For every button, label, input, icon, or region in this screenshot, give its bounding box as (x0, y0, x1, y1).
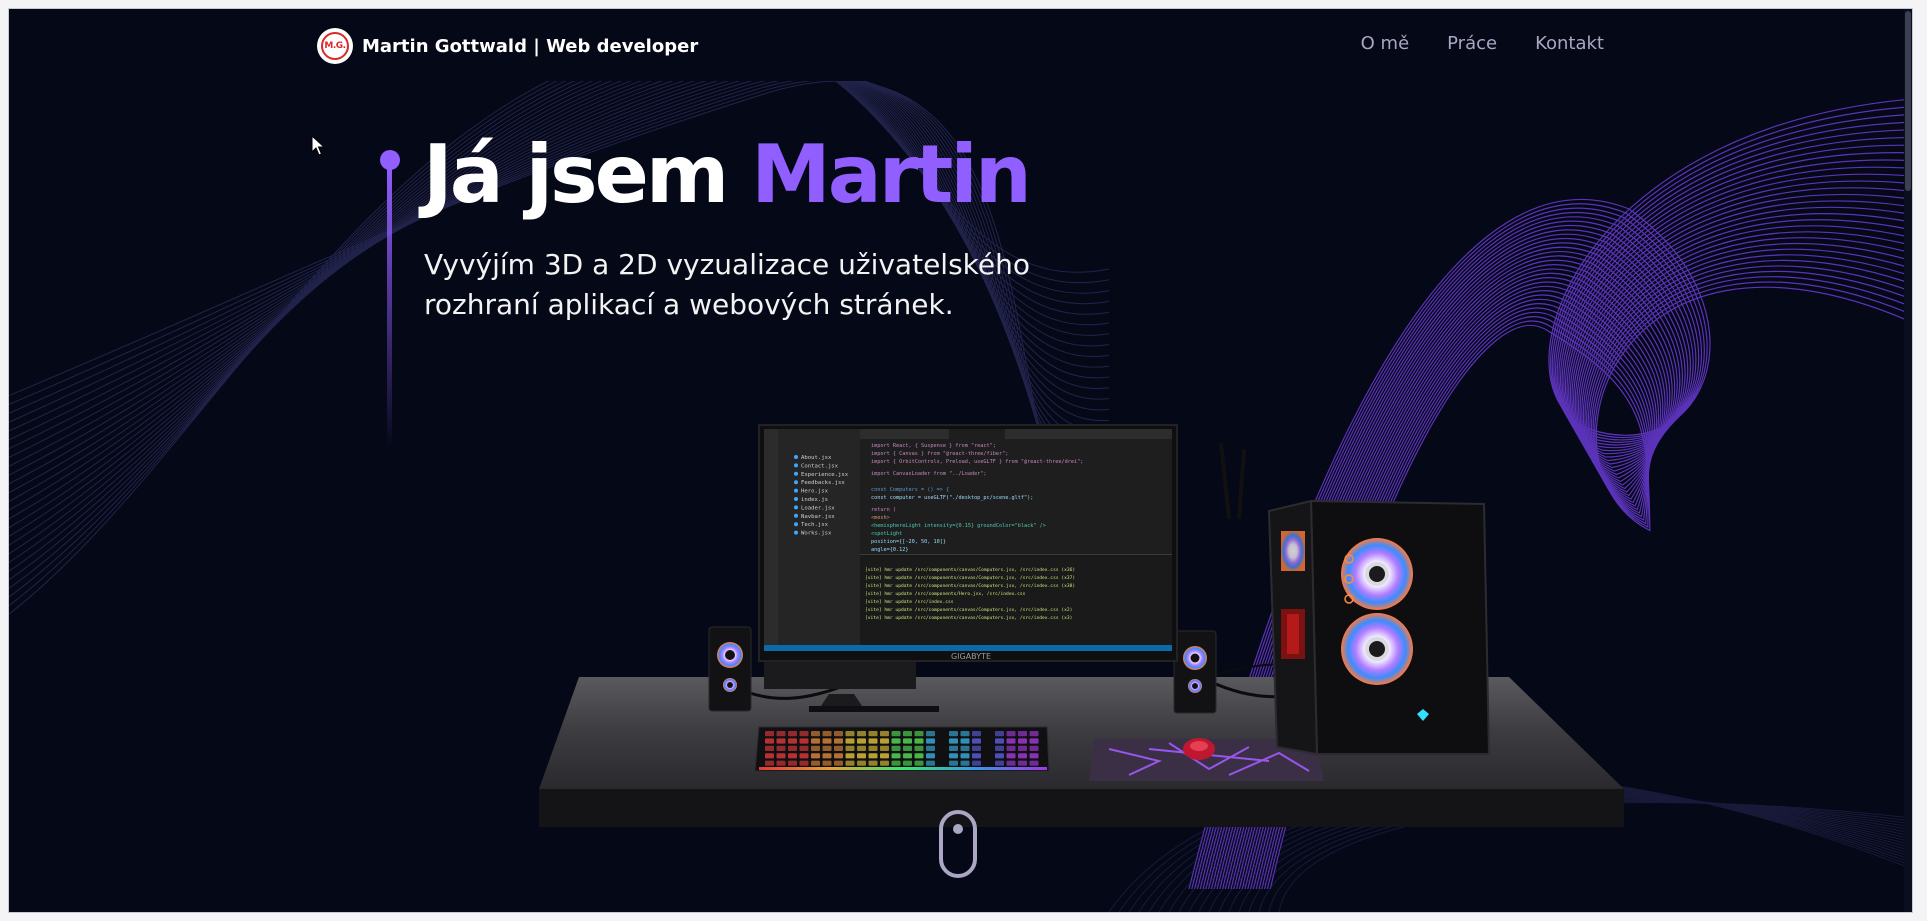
left-speaker (708, 626, 752, 712)
hero-title: Já jsem Martin (423, 135, 1032, 215)
editor-file-item: Contact.jsx (801, 463, 839, 469)
logo-icon: M.G. (317, 28, 353, 64)
editor-file-item: Tech.jsx (801, 522, 829, 528)
hero-title-name: Martin (751, 128, 1032, 221)
terminal-line: [vite] hmr update /src/index.css (865, 599, 954, 605)
terminal-line: [vite] hmr update /src/components/Hero.j… (865, 591, 1026, 597)
hero-accent-line (380, 150, 400, 450)
editor-code-line: const computer = useGLTF("./desktop_pc/s… (871, 495, 1033, 501)
brand-link[interactable]: M.G. Martin Gottwald | Web developer (317, 28, 698, 64)
computer-mouse (1183, 738, 1215, 760)
editor-file-item: index.js (801, 497, 828, 503)
nav-link-about[interactable]: O mě (1361, 33, 1410, 54)
mouse-cursor-icon (311, 135, 325, 156)
terminal-line: [vite] hmr update /src/components/canvas… (865, 567, 1075, 573)
editor-file-item: Navbar.jsx (801, 514, 835, 520)
page-scrollbar[interactable] (1904, 9, 1912, 912)
scrollbar-thumb[interactable] (1905, 11, 1911, 191)
editor-code-line: <mesh> (871, 515, 890, 521)
computer-desk-3d-scene[interactable]: GIGABYTE About.jsx Contact.jsx Experience.… (509, 409, 1649, 839)
editor-code-line: position={[-20, 50, 10]} (871, 539, 946, 545)
editor-file-item: Loader.jsx (801, 505, 835, 511)
editor-file-item: Works.jsx (801, 531, 832, 537)
editor-code-line: import { Canvas } from "@react-three/fib… (871, 451, 1008, 457)
terminal-line: [vite] hmr update /src/components/canvas… (865, 583, 1075, 589)
hero-subtitle-line1: Vyvýjím 3D a 2D vyzualizace uživatelskéh… (424, 248, 1030, 281)
browser-viewport: M.G. Martin Gottwald | Web developer O m… (9, 9, 1912, 912)
editor-code-line: <spotLight (871, 531, 902, 537)
editor-file-item: Hero.jsx (801, 489, 829, 495)
terminal-line: [vite] hmr update /src/components/canvas… (865, 607, 1072, 613)
top-navbar: M.G. Martin Gottwald | Web developer O m… (9, 9, 1912, 81)
hero-subtitle: Vyvýjím 3D a 2D vyzualizace uživatelskéh… (424, 245, 1164, 325)
editor-file-item: About.jsx (801, 455, 832, 461)
nav-link-work[interactable]: Práce (1447, 33, 1497, 54)
hero-title-prefix: Já jsem (423, 128, 729, 221)
keyboard (754, 726, 1050, 772)
monitor-brand: GIGABYTE (951, 652, 991, 661)
editor-file-item: Experience.jsx (801, 472, 849, 478)
nav-link-contact[interactable]: Kontakt (1535, 33, 1604, 54)
editor-code-line: import CanvasLoader from "../Loader"; (871, 471, 987, 477)
logo-monogram: M.G. (321, 32, 349, 60)
editor-code-line: const Computers = () => { (871, 487, 949, 493)
editor-code-line: <hemisphereLight intensity={0.15} ground… (871, 523, 1046, 529)
editor-code-line: import { OrbitControls, Preload, useGLTF… (871, 459, 1083, 465)
editor-code-line: return ( (871, 507, 896, 513)
monitor: GIGABYTE About.jsx Contact.jsx Experience.… (758, 424, 1178, 712)
nav-links: O mě Práce Kontakt (1361, 33, 1604, 54)
terminal-line: [vite] hmr update /src/components/canvas… (865, 575, 1075, 581)
editor-code-line: import React, { Suspense } from "react"; (871, 443, 996, 449)
editor-code-line: angle={0.12} (871, 547, 908, 553)
scroll-down-indicator[interactable] (938, 809, 978, 879)
hero-subtitle-line2: rozhraní aplikací a webových stránek. (424, 288, 954, 321)
editor-file-item: Feedbacks.jsx (801, 480, 845, 486)
brand-name: Martin Gottwald | Web developer (362, 35, 699, 57)
terminal-line: [vite] hmr update /src/components/canvas… (865, 615, 1072, 621)
right-speaker (1173, 630, 1217, 714)
